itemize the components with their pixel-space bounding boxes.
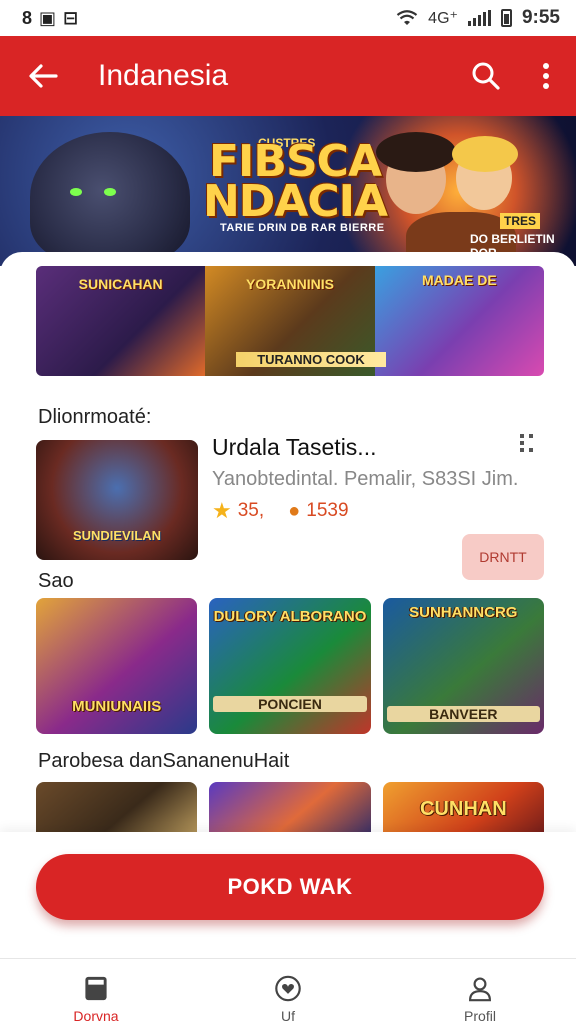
promo-panel-label: SUNICAHAN [78, 276, 163, 292]
cta-bar: POKD WAK [0, 832, 576, 958]
featured-thumbnail[interactable]: SUNDIEVILAN [36, 440, 198, 560]
featured-rating: 35, [237, 500, 265, 521]
more-options-button[interactable] [516, 36, 576, 116]
status-left-icons: 8 ▣ ⊟ [22, 7, 80, 28]
app-bar-title: Indanesia [98, 59, 229, 92]
more-dots-icon [520, 434, 533, 452]
network-type: 4G⁺ [428, 10, 458, 27]
game-tile[interactable] [36, 782, 198, 832]
game-tile[interactable]: SUNHANNCRG BANVEER [382, 598, 544, 734]
game-tile[interactable]: MUNIUNAIIS [36, 598, 198, 734]
hero-subtitle: TARIE DRIN DB RAR BIERRE [220, 222, 385, 234]
person-icon [469, 977, 491, 1002]
game-tile-banner: PONCIEN [213, 696, 367, 712]
featured-meta: ★ 35, ● 1539 [212, 498, 349, 524]
nav-item-home[interactable]: Dorvna [0, 959, 192, 1024]
content-sheet: SUNICAHAN YORANNINIS MADAE DE TURANNO CO… [0, 252, 576, 832]
promo-panel[interactable]: SUNICAHAN [36, 266, 206, 376]
back-button[interactable] [0, 36, 86, 116]
battery-icon [500, 9, 512, 27]
signal-icon [467, 10, 491, 26]
game-tile-label: MUNIUNAIIS [72, 698, 162, 715]
status-time: 9:55 [521, 7, 560, 28]
promo-panel-label: YORANNINIS [246, 276, 334, 292]
heart-circle-icon [275, 975, 301, 1002]
hero-title: FIBSCA NDACIA [202, 136, 388, 227]
featured-section-title: Dlionrmoaté: [38, 406, 152, 428]
sao-grid: MUNIUNAIIS DULORY ALBORANO PONCIEN SUNHA… [36, 598, 544, 734]
promo-panel-label: MADAE DE [421, 272, 497, 288]
nav-item-label: Dorvna [73, 1008, 119, 1024]
status-bar: 8 ▣ ⊟ 4G⁺ 9:55 [0, 0, 576, 36]
popular-grid: CUNHAN [36, 782, 544, 832]
arrow-left-icon [29, 64, 58, 88]
promo-caption: TURANNO COOK [236, 352, 386, 367]
featured-more-button[interactable] [512, 432, 542, 460]
status-right: 4G⁺ 9:55 [396, 7, 560, 29]
featured-thumb-label: SUNDIEVILAN [72, 528, 162, 543]
game-tile-banner: BANVEER [386, 706, 540, 722]
more-vertical-icon [543, 63, 549, 89]
nav-item-profile[interactable]: Profil [384, 959, 576, 1024]
featured-downloads: 1539 [306, 500, 349, 521]
game-tile[interactable] [209, 782, 371, 832]
primary-cta-button[interactable]: POKD WAK [36, 854, 544, 920]
featured-action-button[interactable]: DRNTT [462, 534, 544, 580]
nav-item-favorites[interactable]: Uf [192, 959, 384, 1024]
app-bar: Indanesia [0, 36, 576, 116]
download-drop-icon: ● [288, 499, 301, 522]
game-tile-label: SUNHANNCRG [409, 604, 518, 621]
hero-creature-art [30, 132, 190, 262]
hero-tag: TRES [500, 213, 541, 229]
game-tile[interactable]: DULORY ALBORANO PONCIEN [209, 598, 371, 734]
featured-description: Yanobtedintal. Pemalir, S83SI Jim. [212, 468, 519, 490]
game-tile-label: DULORY ALBORANO [213, 608, 367, 625]
promo-strip[interactable]: SUNICAHAN YORANNINIS MADAE DE TURANNO CO… [36, 266, 544, 376]
search-icon [472, 62, 500, 90]
promo-panel[interactable]: MADAE DE [374, 266, 544, 376]
book-icon [85, 976, 107, 1001]
nav-item-label: Uf [281, 1008, 295, 1024]
sao-section-title: Sao [38, 570, 74, 592]
game-tile-label: CUNHAN [419, 798, 507, 820]
search-button[interactable] [456, 36, 516, 116]
bottom-navigation: Dorvna Uf Profil [0, 958, 576, 1024]
wifi-icon [396, 10, 418, 25]
featured-title[interactable]: Urdala Tasetis... [212, 434, 376, 461]
popular-section-title: Parobesa danSananenuHait [38, 750, 290, 772]
nav-item-label: Profil [464, 1008, 496, 1024]
star-icon: ★ [212, 498, 232, 523]
game-tile[interactable]: CUNHAN [382, 782, 544, 832]
